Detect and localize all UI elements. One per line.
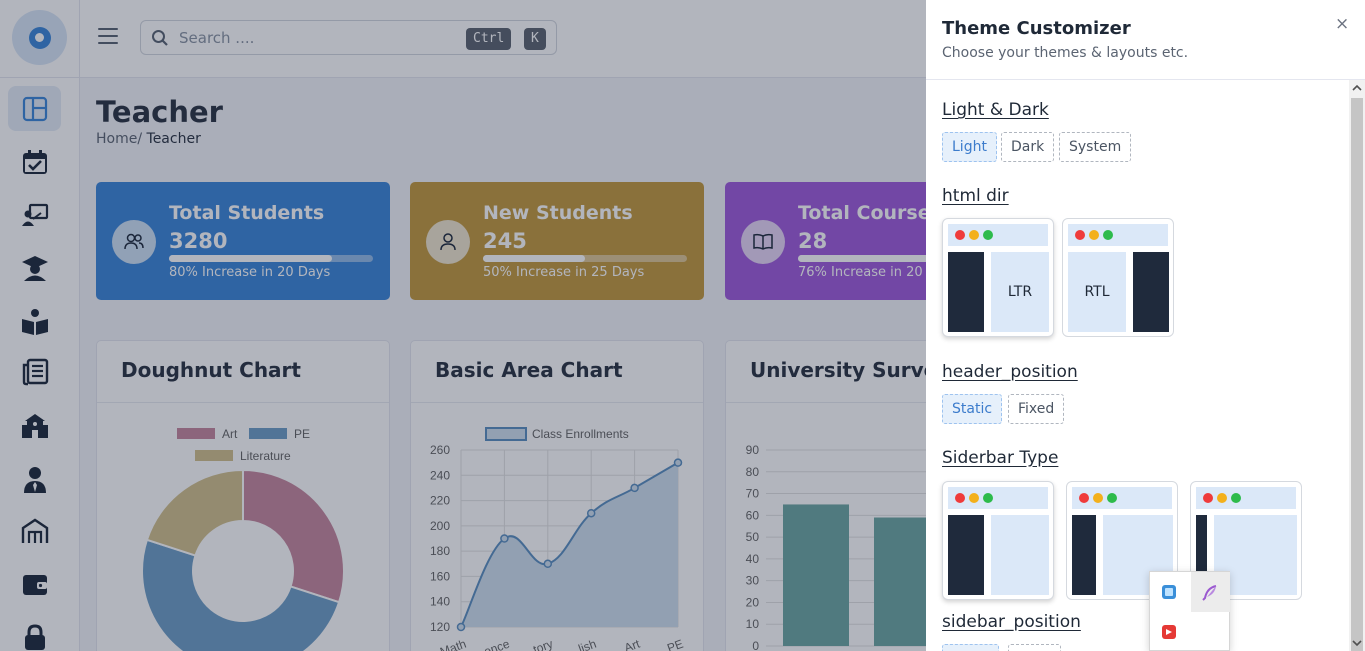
dir-ltr-option[interactable]: LTR bbox=[942, 218, 1054, 337]
panel-subtitle: Choose your themes & layouts etc. bbox=[942, 45, 1189, 61]
sidebar-position-option-2[interactable] bbox=[1008, 644, 1061, 651]
dir-rtl-label: RTL bbox=[1068, 252, 1126, 332]
scroll-down-icon[interactable] bbox=[1349, 635, 1365, 651]
dir-rtl-option[interactable]: RTL bbox=[1062, 218, 1174, 337]
app-window: Ctrl K Teacher Home/ Teacher Total Stude… bbox=[0, 0, 1365, 651]
modal-backdrop[interactable] bbox=[0, 0, 926, 651]
close-icon[interactable]: × bbox=[1335, 14, 1349, 34]
section-sidebar-type: Siderbar Type bbox=[942, 448, 1059, 468]
sidebar-type-full-option[interactable] bbox=[942, 481, 1054, 600]
theme-dark-option[interactable]: Dark bbox=[1001, 132, 1055, 162]
header-static-option[interactable]: Static bbox=[942, 394, 1003, 424]
extension-popup bbox=[1149, 571, 1230, 651]
section-sidebar-position: sidebar_position bbox=[942, 612, 1081, 632]
scroll-up-icon[interactable] bbox=[1349, 80, 1365, 96]
dir-ltr-label: LTR bbox=[991, 252, 1049, 332]
feather-icon[interactable] bbox=[1201, 584, 1219, 602]
section-html-dir: html dir bbox=[942, 186, 1009, 206]
translate-icon[interactable] bbox=[1161, 584, 1177, 600]
section-light-dark: Light & Dark bbox=[942, 100, 1049, 120]
header-fixed-option[interactable]: Fixed bbox=[1008, 394, 1065, 424]
theme-light-option[interactable]: Light bbox=[942, 132, 997, 162]
sidebar-position-option[interactable] bbox=[942, 644, 999, 651]
theme-customizer-panel: Theme Customizer Choose your themes & la… bbox=[926, 0, 1365, 651]
section-header-position: header_position bbox=[942, 362, 1078, 382]
panel-title: Theme Customizer bbox=[942, 18, 1131, 39]
panel-scrollbar[interactable] bbox=[1349, 80, 1365, 651]
extension-red-icon[interactable] bbox=[1161, 624, 1177, 640]
theme-system-option[interactable]: System bbox=[1059, 132, 1132, 162]
